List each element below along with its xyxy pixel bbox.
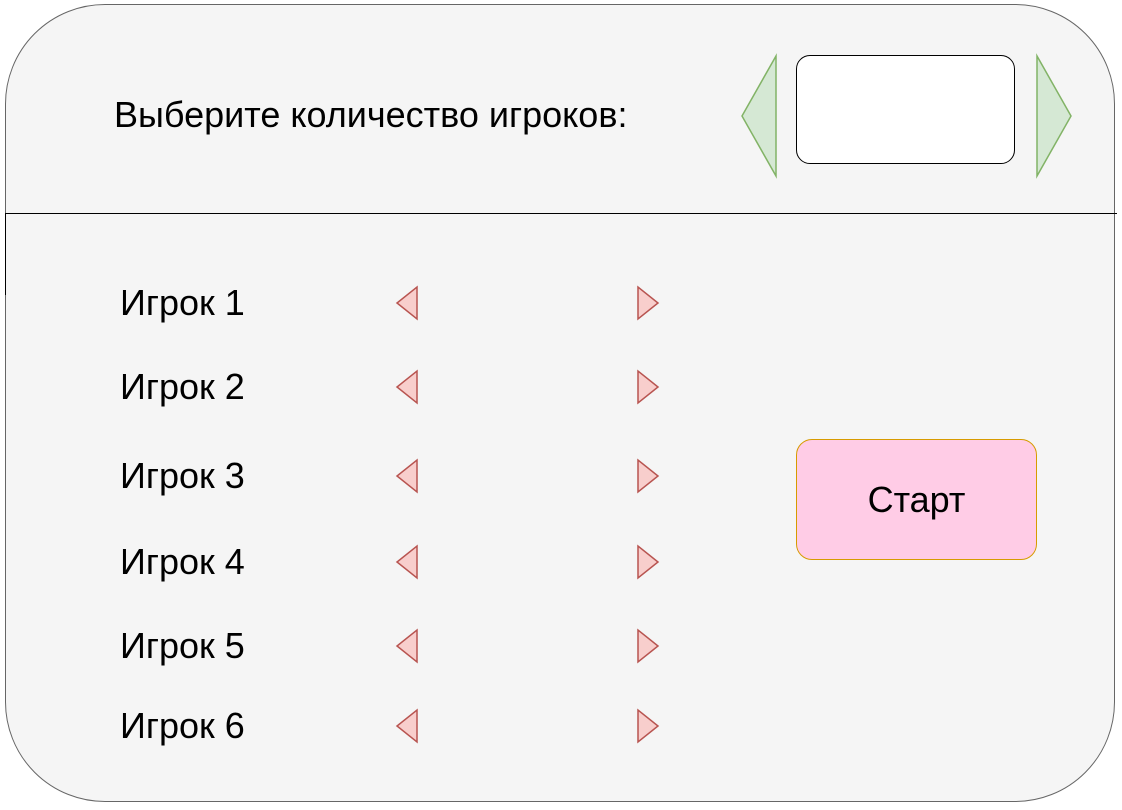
triangle-right-icon [637,628,660,664]
triangle-right-icon [637,369,660,405]
player-count-prompt: Выберите количество игроков: [114,94,628,135]
start-button[interactable]: Старт [796,439,1037,560]
player-label: Игрок 5 [120,625,245,666]
player-next-button[interactable] [636,544,660,580]
triangle-left-icon [395,628,418,664]
header-divider [5,213,1117,214]
player-next-button[interactable] [636,458,660,494]
player-next-button[interactable] [636,708,660,744]
increase-count-button[interactable] [1035,53,1073,179]
triangle-left-icon [395,708,418,744]
triangle-right-icon [637,285,660,321]
player-label: Игрок 6 [120,705,245,746]
triangle-right-icon [1036,53,1072,179]
player-count-display [796,55,1015,164]
triangle-left-icon [395,369,418,405]
decrease-count-button[interactable] [740,53,778,179]
player-label: Игрок 4 [120,541,245,582]
player-prev-button[interactable] [395,369,419,405]
player-prev-button[interactable] [395,544,419,580]
divider-edge-mark [5,213,6,295]
player-label: Игрок 1 [120,282,245,323]
player-prev-button[interactable] [395,708,419,744]
player-prev-button[interactable] [395,285,419,321]
triangle-left-icon [395,285,418,321]
triangle-left-icon [395,544,418,580]
player-next-button[interactable] [636,628,660,664]
triangle-right-icon [637,544,660,580]
player-label: Игрок 3 [120,455,245,496]
triangle-left-icon [395,458,418,494]
triangle-right-icon [637,708,660,744]
player-next-button[interactable] [636,369,660,405]
triangle-left-icon [741,53,777,179]
triangle-right-icon [637,458,660,494]
player-label: Игрок 2 [120,366,245,407]
player-next-button[interactable] [636,285,660,321]
player-prev-button[interactable] [395,628,419,664]
player-prev-button[interactable] [395,458,419,494]
